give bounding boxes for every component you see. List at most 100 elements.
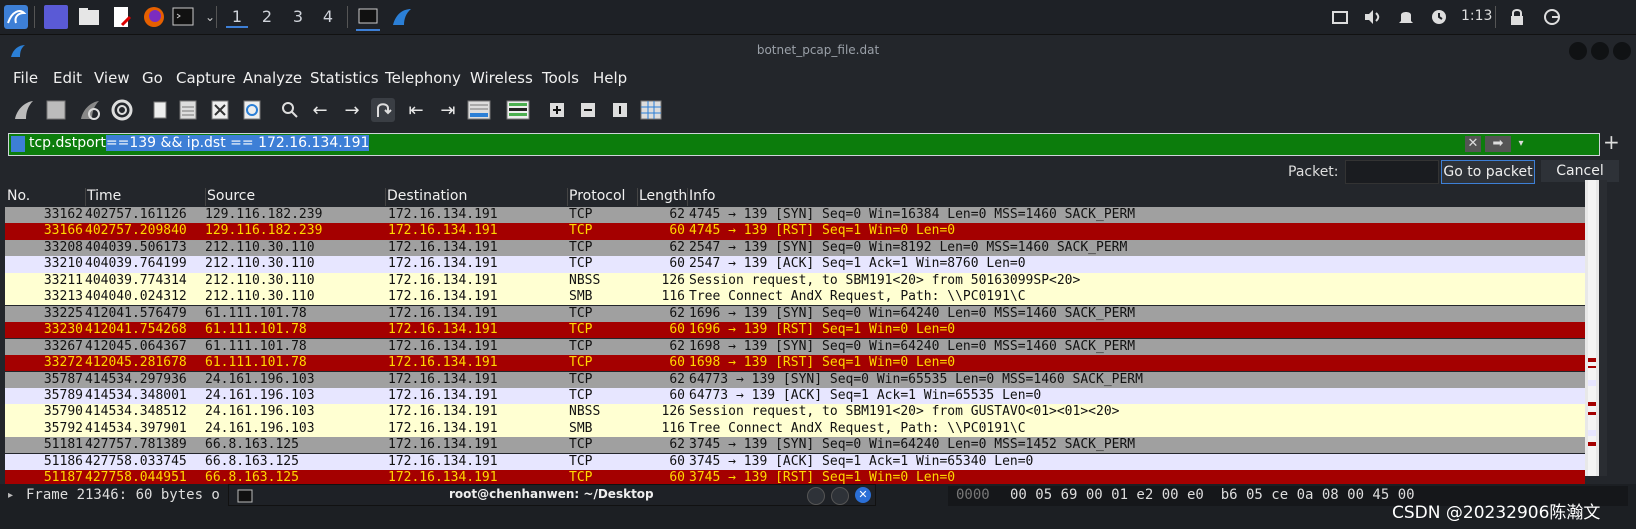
packet-list-minimap[interactable]: [1585, 180, 1599, 476]
stop-capture-icon[interactable]: [44, 98, 68, 122]
close-button[interactable]: [1613, 42, 1631, 60]
column-destination[interactable]: Destination: [385, 188, 568, 206]
terminal-window-titlebar[interactable]: root@chenhanwen: ~/Desktop ✕: [228, 484, 876, 506]
menu-statistics[interactable]: Statistics: [310, 69, 379, 87]
workspace-1[interactable]: 1: [226, 7, 248, 28]
table-row[interactable]: 35792 414534.397901 24.161.196.103 172.16.1…: [5, 420, 1585, 438]
colorize-icon[interactable]: [506, 98, 530, 122]
firefox-icon[interactable]: [142, 5, 166, 29]
chevron-down-icon[interactable]: ⌄: [198, 5, 222, 29]
menu-analyze[interactable]: Analyze: [243, 69, 302, 87]
go-to-packet-icon[interactable]: [371, 98, 395, 122]
go-forward-icon[interactable]: →: [340, 98, 364, 122]
packet-number-input[interactable]: [1345, 160, 1439, 184]
cell-len: 62: [669, 305, 685, 321]
display-filter-input[interactable]: tcp.dstport==139 && ip.dst == 172.16.134…: [29, 135, 370, 151]
cell-src: 24.161.196.103: [205, 387, 315, 403]
first-packet-icon[interactable]: ⇤: [404, 98, 428, 122]
terminal-maximize-button[interactable]: [831, 487, 849, 505]
find-packet-icon[interactable]: [278, 98, 302, 122]
menu-edit[interactable]: Edit: [53, 69, 82, 87]
reload-file-icon[interactable]: [240, 98, 264, 122]
column-protocol[interactable]: Protocol: [567, 188, 638, 206]
open-file-icon[interactable]: [148, 98, 172, 122]
task-terminal-icon[interactable]: [356, 5, 380, 31]
file-manager-icon[interactable]: [77, 5, 101, 29]
screen-icon[interactable]: [1328, 5, 1352, 29]
workspace-4[interactable]: 4: [317, 7, 339, 26]
desktop-icon[interactable]: [44, 5, 68, 29]
zoom-out-icon[interactable]: [576, 98, 600, 122]
start-capture-icon[interactable]: [12, 98, 36, 122]
column-time[interactable]: Time: [85, 188, 206, 206]
menu-capture[interactable]: Capture: [176, 69, 236, 87]
cancel-button[interactable]: Cancel: [1541, 160, 1619, 182]
table-row[interactable]: 33272 412045.281678 61.111.101.78 172.16.13…: [5, 355, 1585, 372]
filter-dropdown-icon[interactable]: ▾: [1514, 136, 1528, 152]
table-row[interactable]: 35790 414534.348512 24.161.196.103 172.16.1…: [5, 404, 1585, 421]
apply-filter-icon[interactable]: ➡: [1485, 136, 1511, 152]
column-info[interactable]: Info: [687, 188, 1579, 206]
maximize-button[interactable]: [1591, 42, 1609, 60]
zoom-in-icon[interactable]: [545, 98, 569, 122]
add-filter-button-icon[interactable]: +: [1603, 130, 1620, 154]
task-wireshark-icon[interactable]: [390, 5, 414, 29]
go-to-packet-button[interactable]: Go to packet: [1441, 160, 1535, 184]
cell-no: 33272: [43, 355, 83, 371]
column-length[interactable]: Length: [637, 188, 688, 206]
expand-arrow-icon[interactable]: ▸: [8, 490, 13, 501]
menu-telephony[interactable]: Telephony: [385, 69, 461, 87]
lock-icon[interactable]: [1505, 5, 1529, 29]
table-row[interactable]: 33208 404039.506173 212.110.30.110 172.16.1…: [5, 239, 1585, 257]
minimize-button[interactable]: [1569, 42, 1587, 60]
table-row[interactable]: 35789 414534.348001 24.161.196.103 172.16.1…: [5, 387, 1585, 405]
bookmark-icon[interactable]: [11, 136, 25, 152]
packet-detail-line[interactable]: Frame 21346: 60 bytes o: [26, 487, 220, 503]
menu-file[interactable]: File: [13, 69, 38, 87]
table-row[interactable]: 33162 402757.161126 129.116.182.239 172.16.…: [5, 207, 1585, 224]
bell-icon[interactable]: [1394, 5, 1418, 29]
workspace-3[interactable]: 3: [287, 7, 309, 26]
capture-options-icon[interactable]: [110, 98, 134, 122]
clock[interactable]: 1:13: [1461, 8, 1492, 24]
text-editor-icon[interactable]: [110, 5, 134, 29]
go-back-icon[interactable]: ←: [308, 98, 332, 122]
terminal-close-icon[interactable]: ✕: [855, 487, 871, 503]
last-packet-icon[interactable]: ⇥: [436, 98, 460, 122]
menu-tools[interactable]: Tools: [542, 69, 579, 87]
table-row[interactable]: 33230 412041.754268 61.111.101.78 172.16.13…: [5, 322, 1585, 339]
table-row[interactable]: 33166 402757.209840 129.116.182.239 172.16.…: [5, 223, 1585, 240]
menu-go[interactable]: Go: [142, 69, 163, 87]
kali-menu-icon[interactable]: [4, 5, 28, 29]
menu-view[interactable]: View: [94, 69, 130, 87]
normal-size-icon[interactable]: [608, 98, 632, 122]
hex-bytes[interactable]: 00 05 69 00 01 e2 00 e0 b6 05 ce 0a 08 0…: [1010, 487, 1415, 503]
menu-wireless[interactable]: Wireless: [470, 69, 533, 87]
restart-capture-icon[interactable]: [78, 98, 102, 122]
table-row[interactable]: 51186 427758.033745 66.8.163.125 172.16.134…: [5, 453, 1585, 470]
cell-src: 66.8.163.125: [205, 453, 299, 469]
terminal-minimize-button[interactable]: [807, 487, 825, 505]
resize-columns-icon[interactable]: [639, 98, 663, 122]
column-no[interactable]: No.: [5, 188, 86, 206]
autoscroll-icon[interactable]: [467, 98, 491, 122]
volume-icon[interactable]: [1360, 5, 1384, 29]
table-row[interactable]: 33213 404040.024312 212.110.30.110 172.16.1…: [5, 289, 1585, 306]
cell-proto: TCP: [569, 355, 593, 371]
close-file-icon[interactable]: [208, 98, 232, 122]
clear-filter-icon[interactable]: ✕: [1465, 136, 1481, 152]
table-row[interactable]: 51181 427757.781389 66.8.163.125 172.16.134…: [5, 437, 1585, 454]
save-file-icon[interactable]: [176, 98, 200, 122]
terminal-icon[interactable]: [172, 5, 196, 29]
power-manager-icon[interactable]: [1427, 5, 1451, 29]
menu-help[interactable]: Help: [593, 69, 627, 87]
table-row[interactable]: 33267 412045.064367 61.111.101.78 172.16.13…: [5, 338, 1585, 355]
workspace-2[interactable]: 2: [256, 7, 278, 26]
table-row[interactable]: 33211 404039.774314 212.110.30.110 172.16.1…: [5, 272, 1585, 289]
column-source[interactable]: Source: [205, 188, 386, 206]
table-row[interactable]: 33210 404039.764199 212.110.30.110 172.16.1…: [5, 256, 1585, 273]
table-row[interactable]: 35787 414534.297936 24.161.196.103 172.16.1…: [5, 371, 1585, 388]
table-row[interactable]: 33225 412041.576479 61.111.101.78 172.16.13…: [5, 305, 1585, 322]
vertical-scrollbar[interactable]: [1599, 180, 1607, 476]
logout-icon[interactable]: [1540, 5, 1564, 29]
